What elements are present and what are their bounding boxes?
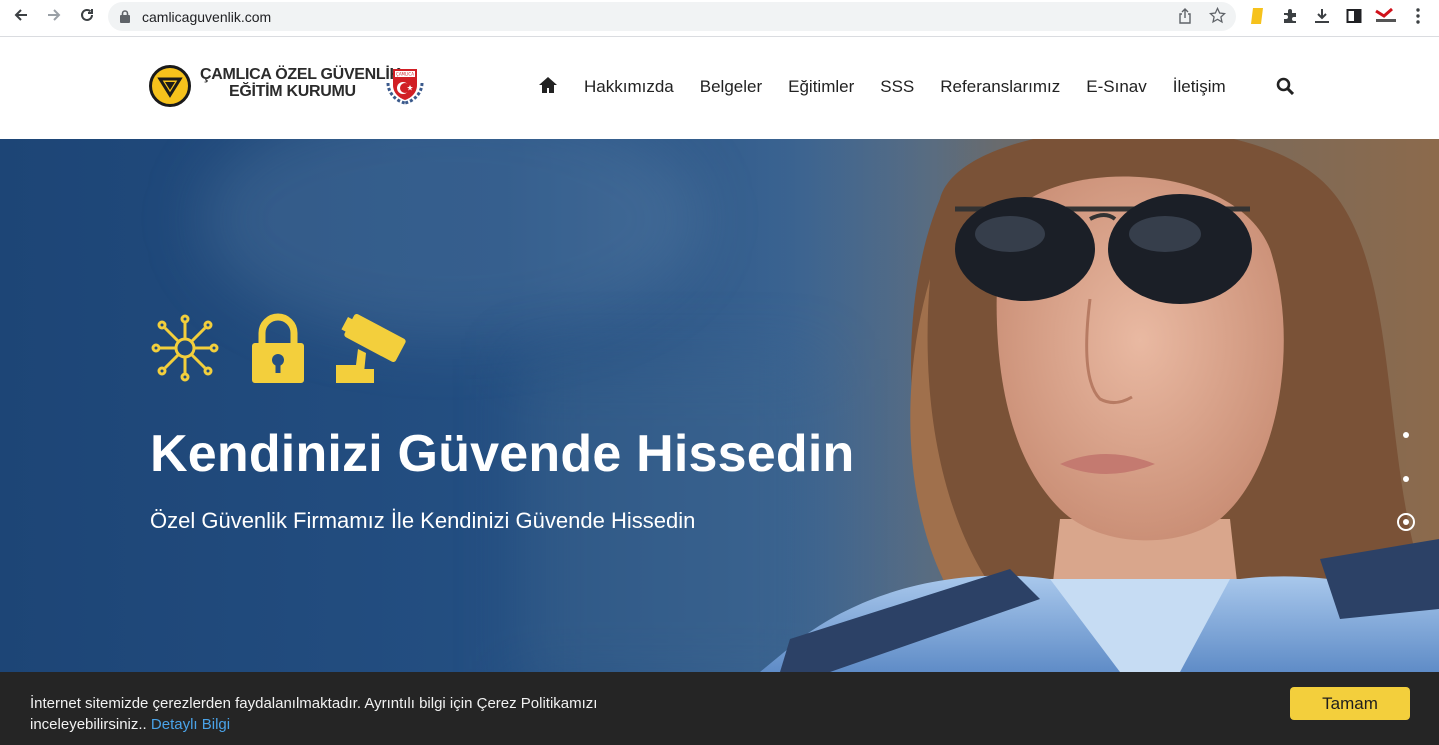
extension-note-icon[interactable] [1248, 6, 1268, 26]
cookie-details-link[interactable]: Detaylı Bilgi [151, 716, 230, 733]
slider-dot-1[interactable] [1403, 432, 1409, 438]
nav-iletisim[interactable]: İletişim [1173, 77, 1226, 97]
bookmark-star-icon[interactable] [1208, 6, 1227, 29]
download-icon[interactable] [1312, 6, 1332, 26]
nav-referanslarimiz[interactable]: Referanslarımız [940, 77, 1060, 97]
hero-photo-security-guard [760, 139, 1439, 672]
logo-line-2: EĞİTİM KURUMU [229, 83, 356, 100]
emblem-logo-icon: ÇAMLICA [382, 63, 428, 107]
slider-dot-3-active[interactable] [1397, 513, 1415, 531]
lock-icon[interactable] [120, 10, 130, 28]
emblem-text: ÇAMLICA [396, 72, 414, 77]
logo-line-1: ÇAMLICA ÖZEL GÜVENLİK [200, 66, 401, 83]
slider-dot-2[interactable] [1403, 476, 1409, 482]
network-icon [150, 313, 220, 388]
reload-icon[interactable] [76, 4, 98, 26]
nav-belgeler[interactable]: Belgeler [700, 77, 762, 97]
side-panel-icon[interactable] [1344, 6, 1364, 26]
search-icon[interactable] [1276, 77, 1295, 100]
hero-feature-icons [150, 313, 408, 388]
site-header: ÇAMLICA ÖZEL GÜVENLİK EĞİTİM KURUMU ÇAML… [0, 37, 1439, 139]
hero-slider: Kendinizi Güvende Hissedin Özel Güvenlik… [0, 139, 1439, 672]
kebab-menu-icon[interactable] [1408, 6, 1428, 26]
back-icon[interactable] [10, 4, 32, 26]
nav-hakkimizda[interactable]: Hakkımızda [584, 77, 674, 97]
main-nav: Hakkımızda Belgeler Eğitimler SSS Refera… [538, 75, 1295, 99]
home-icon[interactable] [538, 76, 560, 98]
logo-text[interactable]: ÇAMLICA ÖZEL GÜVENLİK EĞİTİM KURUMU [200, 66, 401, 100]
hero-subtitle: Özel Güvenlik Firmamız İle Kendinizi Güv… [150, 508, 696, 533]
cookie-consent-bar: İnternet sitemizde çerezlerden faydalanı… [0, 672, 1439, 745]
hero-title: Kendinizi Güvende Hissedin [150, 425, 855, 483]
forward-icon[interactable] [43, 4, 65, 26]
share-icon[interactable] [1178, 8, 1192, 29]
security-camera-icon [336, 313, 408, 388]
logo-badge-icon[interactable] [149, 65, 191, 107]
nav-sss[interactable]: SSS [880, 77, 914, 97]
browser-toolbar: camlicaguvenlik.com [0, 0, 1439, 37]
extensions-puzzle-icon[interactable] [1280, 6, 1300, 26]
nav-e-sinav[interactable]: E-Sınav [1086, 77, 1146, 97]
cookie-message: İnternet sitemizde çerezlerden faydalanı… [30, 693, 690, 735]
profile-avatar-icon[interactable] [1374, 6, 1398, 26]
padlock-icon [250, 313, 306, 388]
nav-egitimler[interactable]: Eğitimler [788, 77, 854, 97]
url-text: camlicaguvenlik.com [142, 8, 272, 25]
address-bar[interactable]: camlicaguvenlik.com [108, 2, 1236, 31]
cookie-message-text: İnternet sitemizde çerezlerden faydalanı… [30, 695, 598, 733]
cookie-accept-button[interactable]: Tamam [1290, 687, 1410, 720]
